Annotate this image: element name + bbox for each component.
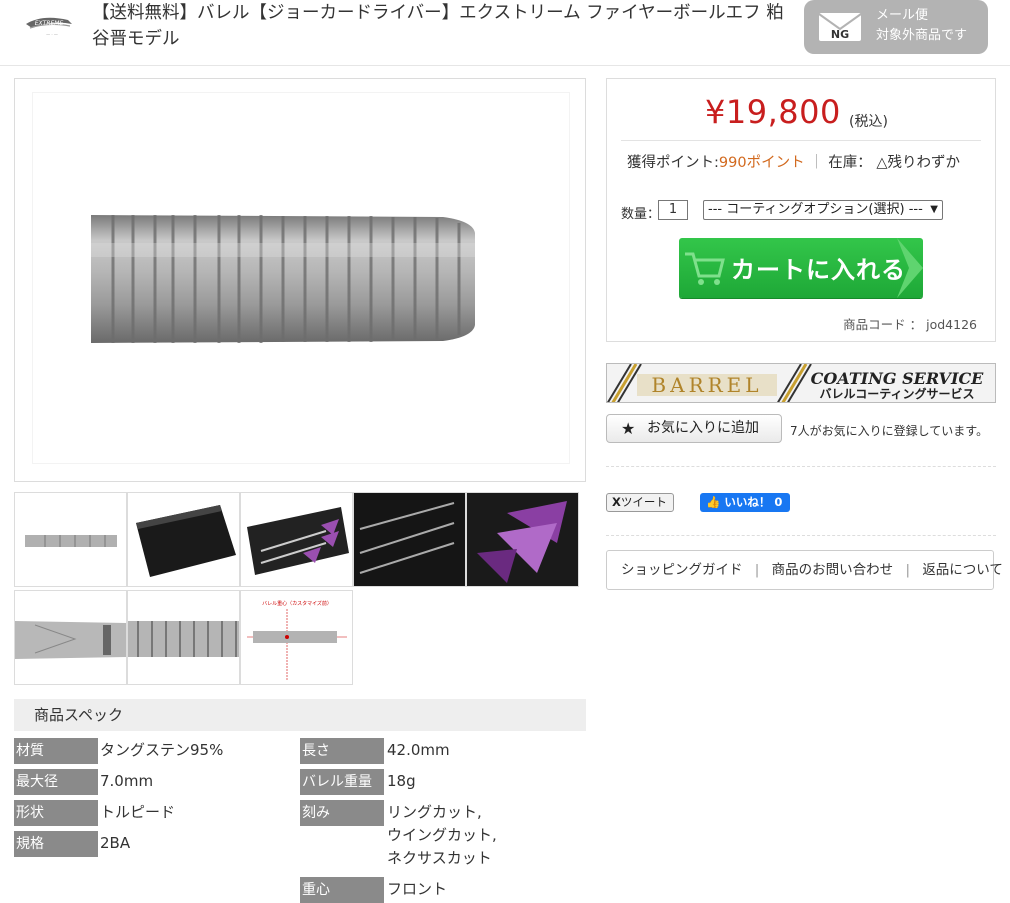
spec-value-material: タングステン95% xyxy=(100,741,224,759)
thumbnail-barrel-side[interactable] xyxy=(14,492,127,587)
returns-link[interactable]: 返品について xyxy=(922,562,1003,578)
envelope-ng-icon: NG xyxy=(818,13,862,41)
points-value: 990ポイント xyxy=(718,155,805,171)
banner-line1: COATING SERVICE xyxy=(811,369,985,388)
spec-label-cut: 刻み xyxy=(300,800,384,826)
coating-service-banner[interactable]: BARREL COATING SERVICE バレルコーティングサービス xyxy=(606,363,996,403)
spec-label-length: 長さ xyxy=(300,738,384,764)
tweet-label: ツイート xyxy=(620,495,667,509)
logo-text: EXTREME xyxy=(35,20,64,27)
link-separator: | xyxy=(905,562,911,578)
spec-value-cut-2: ウイングカット, xyxy=(387,826,497,844)
spec-value-max-diameter: 7.0mm xyxy=(100,772,154,790)
brand-logo[interactable]: EXTREME — · — xyxy=(22,10,76,40)
coating-option-select[interactable]: --- コーティングオプション(選択) --- ▼ xyxy=(703,200,943,220)
mail-badge-line2: 対象外商品です xyxy=(876,28,968,43)
add-to-cart-label: カートに入れる xyxy=(731,256,906,284)
thumbnail-darts-set[interactable] xyxy=(240,492,353,587)
thumbnail-black-box[interactable] xyxy=(127,492,240,587)
divider xyxy=(621,140,981,141)
spec-value-weight: 18g xyxy=(387,772,416,790)
stock-value: △残りわずか xyxy=(876,155,961,171)
points-label: 獲得ポイント: xyxy=(627,155,719,171)
thumbnail-balance-diagram[interactable]: バレル重心（カスタマイズ前） xyxy=(240,590,353,685)
product-title: 【送料無料】バレル【ジョーカードライバー】エクストリーム ファイヤーボールエフ … xyxy=(92,3,784,49)
stock-label: 在庫： xyxy=(828,155,872,171)
like-label: いいね！ 0 xyxy=(724,495,783,509)
spec-label-max-diameter: 最大径 xyxy=(14,769,98,795)
spec-value-cut-1: リングカット, xyxy=(387,803,482,821)
spec-label-material: 材質 xyxy=(14,738,98,764)
help-links: ショッピングガイド | 商品のお問い合わせ | 返品について xyxy=(606,550,1003,590)
product-inquiry-link[interactable]: 商品のお問い合わせ xyxy=(772,562,894,578)
separator: ｜ xyxy=(809,155,824,171)
favorite-count: 7人がお気に入りに登録しています。 xyxy=(790,424,989,438)
star-icon: ★ xyxy=(621,419,636,438)
ng-label: NG xyxy=(831,28,849,41)
spec-label-shape: 形状 xyxy=(14,800,98,826)
banner-line2: バレルコーティングサービス xyxy=(819,386,974,401)
shopping-guide-link[interactable]: ショッピングガイド xyxy=(621,562,743,578)
purchase-box: ¥19,800 (税込) 獲得ポイント:990ポイント ｜ 在庫： △残りわずか… xyxy=(606,78,996,342)
spec-label-standard: 規格 xyxy=(14,831,98,857)
spec-heading: 商品スペック xyxy=(14,699,586,731)
tax-label: (税込) xyxy=(849,114,888,130)
quantity-input[interactable]: 1 xyxy=(658,200,688,220)
price: ¥19,800 xyxy=(705,93,841,131)
spec-value-cut-3: ネクサスカット xyxy=(387,849,492,867)
divider xyxy=(606,535,996,536)
spec-value-balance: フロント xyxy=(387,880,448,898)
coating-option-value: --- コーティングオプション(選択) --- xyxy=(708,202,923,217)
cart-icon xyxy=(685,252,725,285)
chevron-down-icon: ▼ xyxy=(930,204,938,215)
spec-value-length: 42.0mm xyxy=(387,741,450,759)
spec-label-balance: 重心 xyxy=(300,877,384,903)
mail-badge-text: メール便 対象外商品です xyxy=(876,6,967,46)
facebook-like-button[interactable]: 👍 いいね！ 0 xyxy=(700,493,790,512)
balance-caption: バレル重心（カスタマイズ前） xyxy=(262,600,332,607)
chevron-right-icon xyxy=(897,238,923,298)
thumbnail-barrel-rings[interactable] xyxy=(127,590,240,685)
spec-value-standard: 2BA xyxy=(100,834,131,852)
spec-value-cut: リングカット, ウイングカット, ネクサスカット xyxy=(387,801,497,870)
thumbs-up-icon: 👍 xyxy=(706,495,721,509)
thumbnail-purple-flights[interactable] xyxy=(466,492,579,587)
main-product-image[interactable] xyxy=(14,78,586,482)
points-stock-line: 獲得ポイント:990ポイント ｜ 在庫： △残りわずか xyxy=(627,151,960,172)
banner-brand: BARREL xyxy=(651,373,762,397)
barrel-image xyxy=(91,215,475,343)
link-separator: | xyxy=(754,562,760,578)
thumbnail-barrel-closeup-logo[interactable] xyxy=(14,590,127,685)
mail-badge-line1: メール便 xyxy=(876,8,929,23)
add-to-cart-button[interactable]: カートに入れる xyxy=(679,238,923,298)
quantity-label: 数量： xyxy=(621,207,661,222)
x-logo-icon: X xyxy=(612,495,621,509)
spec-label-weight: バレル重量 xyxy=(300,769,384,795)
svg-text:— · —: — · — xyxy=(46,32,58,37)
tweet-button[interactable]: Xツイート xyxy=(606,493,674,512)
product-code: 商品コード ： jod4126 xyxy=(843,317,977,332)
thumbnail-darts-in-case[interactable] xyxy=(353,492,466,587)
add-favorite-label: お気に入りに追加 xyxy=(647,420,759,436)
divider xyxy=(606,466,996,467)
header: EXTREME — · — 【送料無料】バレル【ジョーカードライバー】エクストリ… xyxy=(0,0,1010,66)
add-favorite-button[interactable]: ★ お気に入りに追加 xyxy=(606,414,782,443)
mail-delivery-badge: NG メール便 対象外商品です xyxy=(804,0,988,54)
spec-value-shape: トルピード xyxy=(100,803,176,821)
